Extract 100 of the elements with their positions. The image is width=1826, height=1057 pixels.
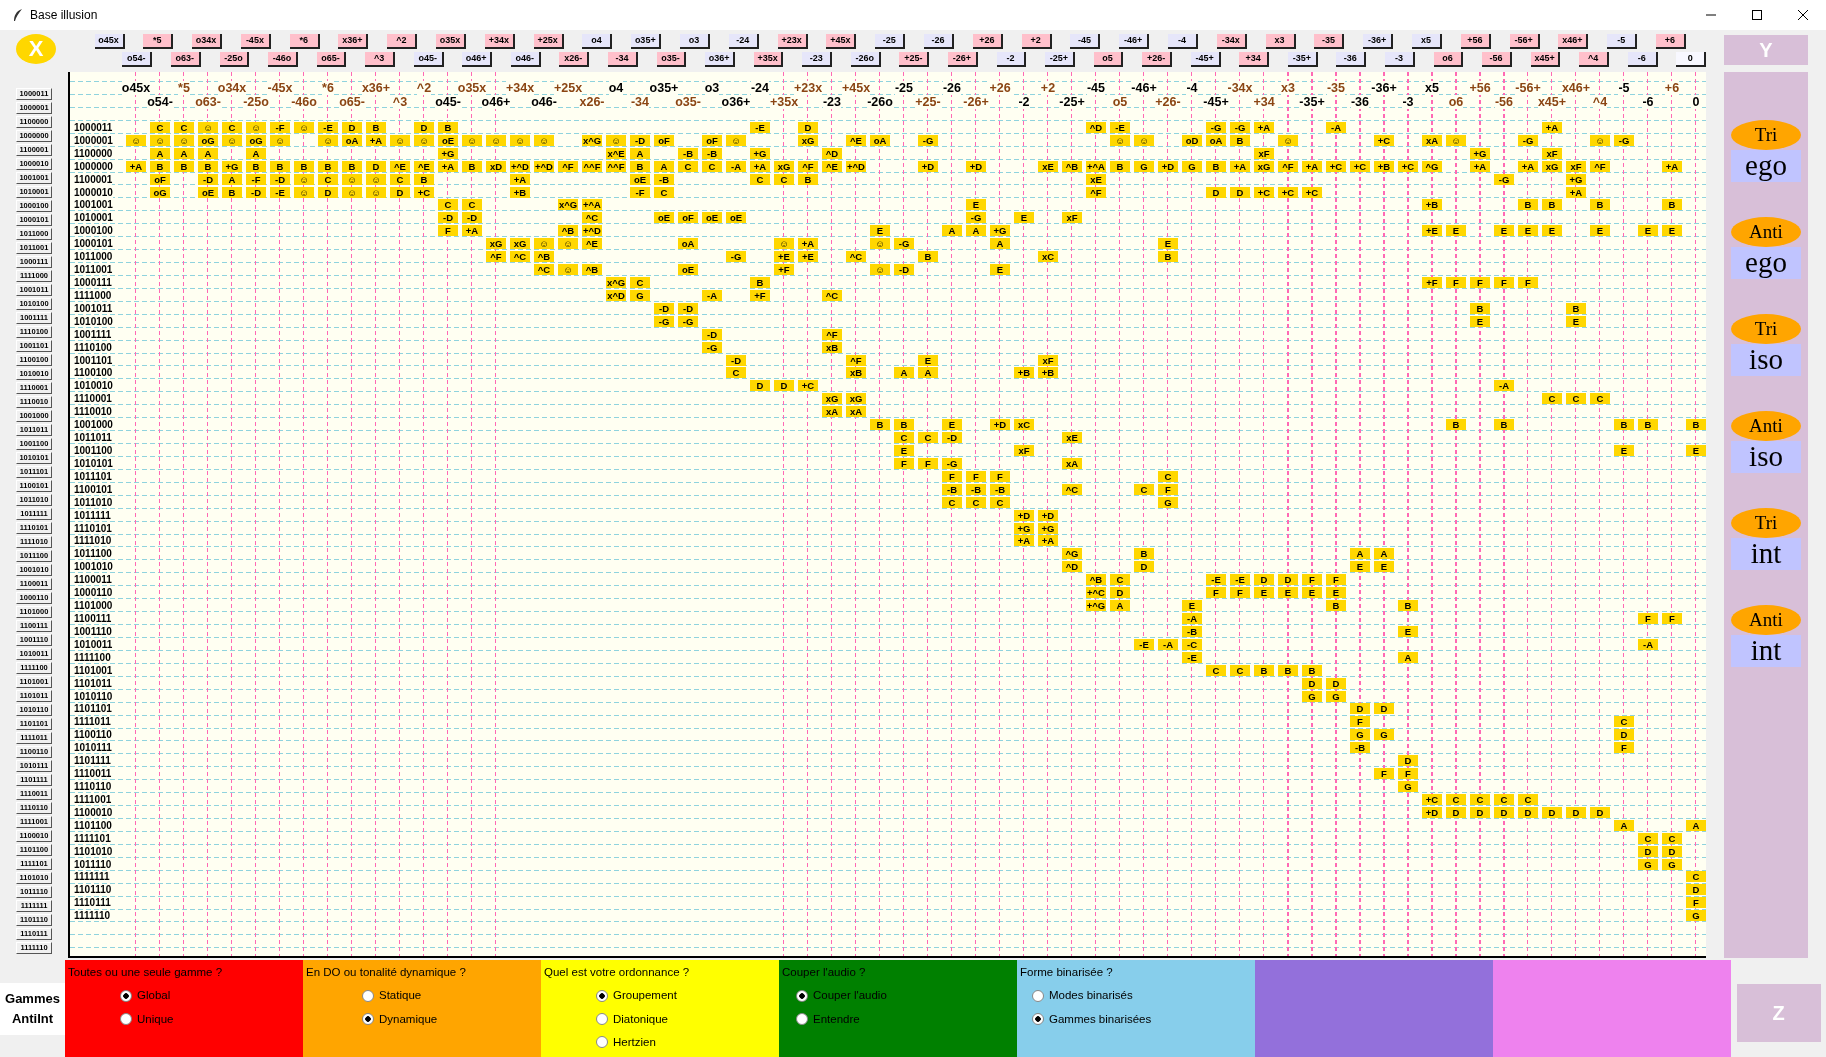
column-button[interactable]: -6 <box>1627 52 1658 67</box>
column-button[interactable]: -4 <box>1168 34 1199 49</box>
grid-cell: +A <box>462 225 482 237</box>
column-button[interactable]: -26 <box>924 34 955 49</box>
column-button[interactable]: 0 <box>1676 52 1707 67</box>
mode-badge: Tri <box>1731 120 1801 150</box>
column-button[interactable]: +34 <box>1239 52 1270 67</box>
column-button[interactable]: +26- <box>1142 52 1172 67</box>
column-button[interactable]: -26+ <box>947 52 978 67</box>
column-button[interactable]: -46o <box>268 52 298 67</box>
column-button[interactable]: -36 <box>1336 52 1367 67</box>
column-button[interactable]: o63- <box>170 52 201 67</box>
column-button[interactable]: -36+ <box>1363 34 1394 49</box>
column-button[interactable]: o46+ <box>462 52 493 67</box>
radio-button[interactable] <box>362 989 374 1002</box>
column-button[interactable]: -26o <box>850 52 881 67</box>
column-button[interactable]: -5 <box>1607 34 1638 49</box>
column-button[interactable]: o45x <box>94 34 125 49</box>
column-button[interactable]: o6 <box>1433 52 1464 67</box>
column-button[interactable]: -46+ <box>1119 34 1150 49</box>
grid-cell: E <box>1014 212 1034 224</box>
column-button[interactable]: +23x <box>777 34 808 49</box>
radio-label: Global <box>137 988 171 1004</box>
radio-button[interactable] <box>596 1013 608 1026</box>
column-button[interactable]: +2 <box>1021 34 1052 49</box>
column-button[interactable]: -25o <box>219 52 250 67</box>
column-button[interactable]: -35+ <box>1287 52 1318 67</box>
column-button[interactable]: o54- <box>122 52 153 67</box>
grid-cell: -D <box>942 432 962 444</box>
column-button[interactable]: x36+ <box>338 34 369 49</box>
column-button[interactable]: -56+ <box>1509 34 1540 49</box>
radio-button[interactable] <box>796 1013 808 1026</box>
radio-button[interactable] <box>796 989 808 1002</box>
radio-button[interactable] <box>362 1013 374 1026</box>
grid-cell: -G <box>1518 134 1538 146</box>
column-button[interactable]: o36+ <box>705 52 735 67</box>
radio-button[interactable] <box>1032 989 1044 1002</box>
grid-cell: +E <box>774 251 794 263</box>
grid-cell: +F <box>750 289 770 301</box>
column-button[interactable]: +25x <box>533 34 564 49</box>
column-button[interactable]: -25+ <box>1045 52 1075 67</box>
grid-cell: F <box>1326 574 1346 586</box>
radio-button[interactable] <box>1032 1013 1044 1026</box>
grid-cell: B <box>246 160 266 172</box>
column-button[interactable]: x5 <box>1412 34 1442 49</box>
radio-button[interactable] <box>596 1036 608 1049</box>
column-button[interactable]: -45 <box>1070 34 1101 49</box>
radio-button[interactable] <box>596 989 608 1002</box>
radio-button[interactable] <box>120 989 132 1002</box>
column-button[interactable]: ^4 <box>1579 52 1610 67</box>
maximize-icon[interactable] <box>1752 10 1762 20</box>
column-button[interactable]: o34x <box>192 34 223 49</box>
column-button[interactable]: o5 <box>1093 52 1124 67</box>
column-button[interactable]: ^2 <box>387 34 418 49</box>
column-button[interactable]: -25 <box>875 34 906 49</box>
column-button[interactable]: +35x <box>753 52 784 67</box>
column-button[interactable]: -23 <box>802 52 833 67</box>
column-button[interactable]: x26- <box>559 52 590 67</box>
column-button[interactable]: -3 <box>1385 52 1415 67</box>
column-button[interactable]: x45+ <box>1530 52 1561 67</box>
column-button[interactable]: -45x <box>240 34 271 49</box>
grid-cell: G <box>1134 160 1154 172</box>
grid-cell: C <box>390 173 410 185</box>
column-button[interactable]: -34x <box>1216 34 1247 49</box>
column-button[interactable]: ^3 <box>365 52 395 67</box>
column-button[interactable]: +45x <box>826 34 857 49</box>
column-button[interactable]: o46- <box>510 52 541 67</box>
column-button[interactable]: o35- <box>656 52 687 67</box>
column-button[interactable]: o65- <box>316 52 347 67</box>
column-label: ^4 <box>1592 95 1608 109</box>
radio-button[interactable] <box>120 1013 132 1026</box>
column-button[interactable]: x3 <box>1265 34 1296 49</box>
column-button[interactable]: -24 <box>728 34 759 49</box>
grid-cell: -F <box>246 173 266 185</box>
column-button[interactable]: o4 <box>582 34 613 49</box>
column-button[interactable]: o3 <box>680 34 711 49</box>
column-button[interactable]: o45- <box>413 52 444 67</box>
column-button[interactable]: x46+ <box>1558 34 1589 49</box>
grid-cell: B <box>630 160 650 172</box>
grid-cell: ^C <box>822 289 842 301</box>
column-button[interactable]: +34x <box>484 34 515 49</box>
close-icon[interactable] <box>1798 10 1808 20</box>
column-button[interactable]: o35+ <box>631 34 662 49</box>
column-button[interactable]: +6 <box>1656 34 1686 49</box>
column-label: -35 <box>1326 81 1346 95</box>
column-button[interactable]: -35 <box>1314 34 1345 49</box>
column-button[interactable]: -2 <box>996 52 1027 67</box>
grid-cell: B <box>1398 600 1418 612</box>
column-button[interactable]: o35x <box>436 34 467 49</box>
grid-cell: B <box>1206 160 1226 172</box>
column-button[interactable]: +26 <box>972 34 1003 49</box>
column-button[interactable]: -45+ <box>1190 52 1221 67</box>
grid-cell: oE <box>438 134 458 146</box>
grid-cell: E <box>942 419 962 431</box>
column-button[interactable]: *6 <box>289 34 320 49</box>
column-button[interactable]: *5 <box>143 34 174 49</box>
column-button[interactable]: +25- <box>899 52 930 67</box>
column-button[interactable]: -56 <box>1482 52 1512 67</box>
column-button[interactable]: +56 <box>1460 34 1491 49</box>
column-button[interactable]: -34 <box>608 52 638 67</box>
